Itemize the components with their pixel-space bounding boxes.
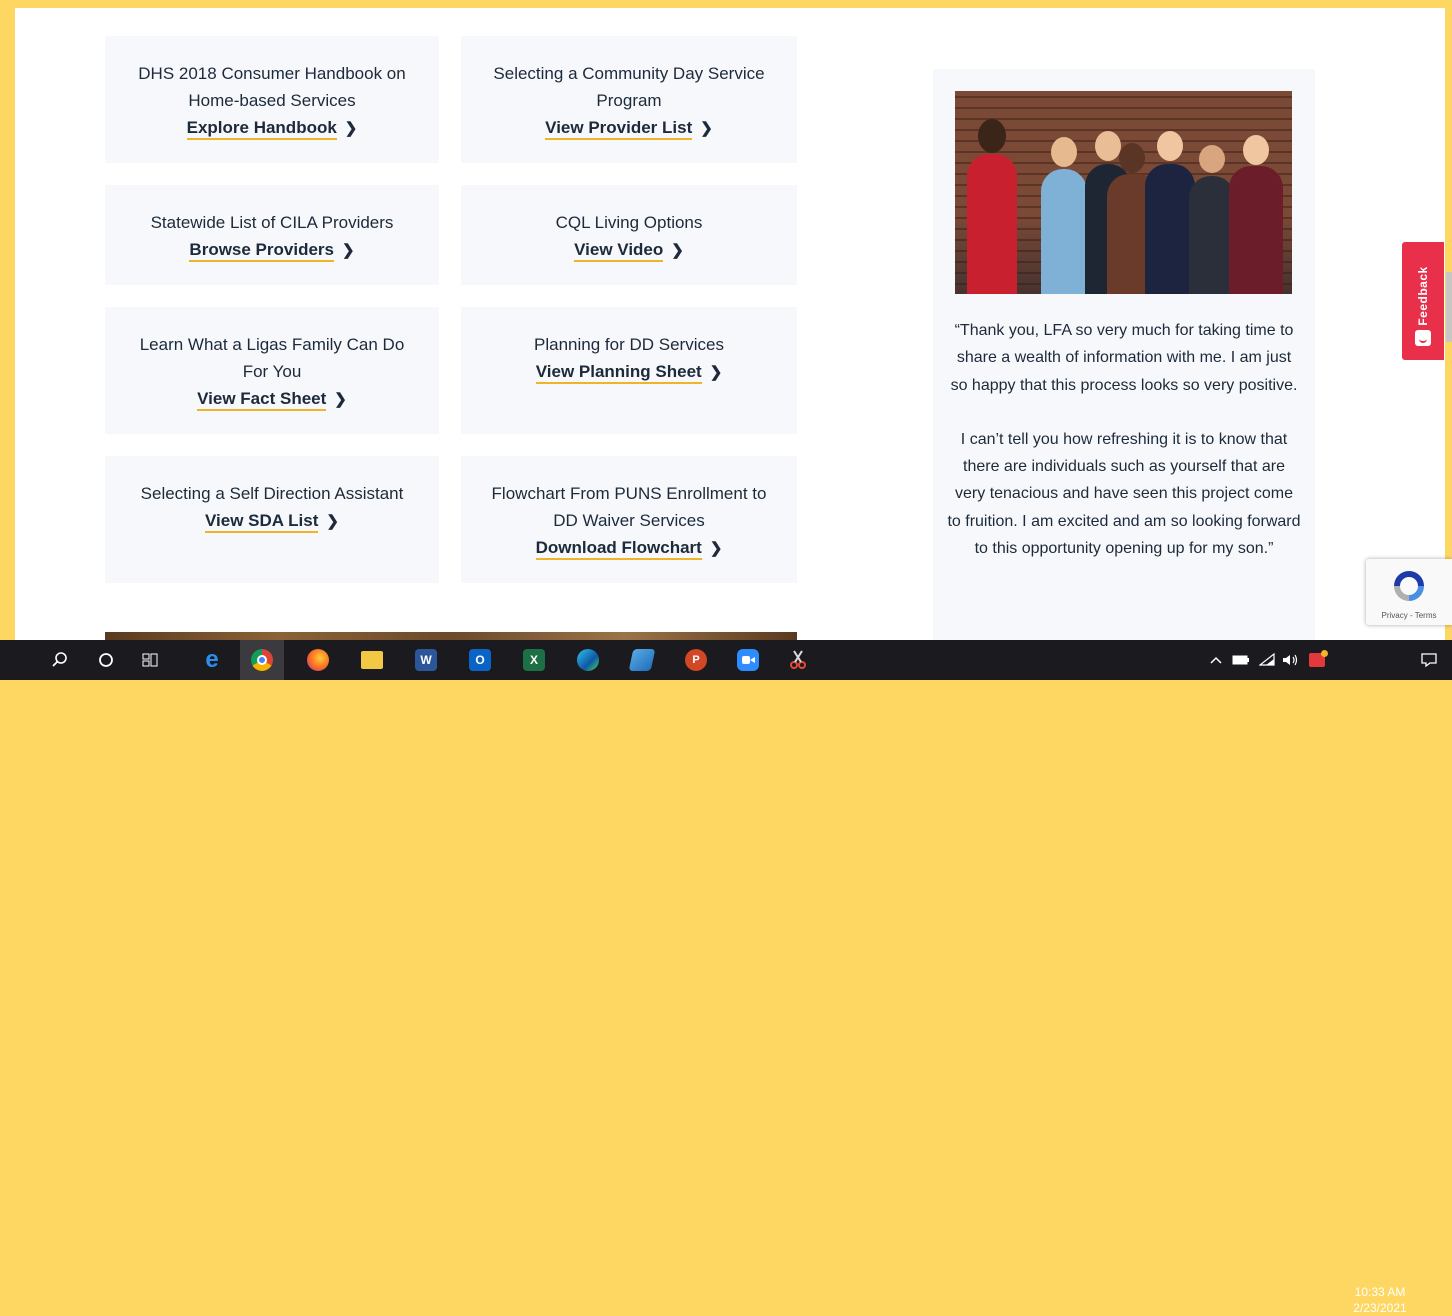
card-title: Selecting a Community Day Service Progra… (493, 64, 765, 110)
task-view-icon[interactable] (134, 640, 166, 680)
word-icon[interactable]: W (404, 640, 448, 680)
firefox-icon[interactable] (296, 640, 340, 680)
recaptcha-privacy-terms[interactable]: Privacy - Terms (1366, 611, 1452, 620)
chevron-right-icon: ❯ (326, 513, 339, 530)
smiley-icon (1415, 330, 1431, 346)
card-cql: CQL Living Options View Video ❯ (461, 185, 797, 285)
wifi-icon[interactable] (1256, 640, 1278, 680)
zoom-icon[interactable] (726, 640, 770, 680)
snipping-tool-icon[interactable] (776, 640, 820, 680)
card-ligas: Learn What a Ligas Family Can Do For You… (105, 307, 439, 434)
view-fact-sheet-link[interactable]: View Fact Sheet ❯ (197, 387, 347, 412)
view-provider-list-link[interactable]: View Provider List ❯ (545, 116, 713, 141)
card-title: Planning for DD Services (534, 335, 724, 354)
card-community-day: Selecting a Community Day Service Progra… (461, 36, 797, 163)
section-photo-edge (105, 632, 797, 640)
file-explorer-icon[interactable] (350, 640, 394, 680)
card-handbook: DHS 2018 Consumer Handbook on Home-based… (105, 36, 439, 163)
explore-handbook-link[interactable]: Explore Handbook ❯ (186, 116, 358, 141)
chrome-icon[interactable] (240, 640, 284, 680)
battery-icon[interactable] (1230, 640, 1252, 680)
clock-time: 10:33 AM (1354, 1285, 1406, 1299)
card-title: DHS 2018 Consumer Handbook on Home-based… (138, 64, 406, 110)
card-title: Learn What a Ligas Family Can Do For You (139, 335, 405, 381)
chevron-right-icon: ❯ (334, 391, 347, 408)
chevron-right-icon: ❯ (671, 242, 684, 259)
view-planning-sheet-link[interactable]: View Planning Sheet ❯ (535, 360, 723, 385)
windows-taskbar: e W O X P 10:33 AM 2/23/2021 (0, 640, 1452, 1315)
clock-date: 2/23/2021 (1353, 1301, 1407, 1315)
show-hidden-icons-icon[interactable] (1206, 640, 1226, 680)
quote-paragraph: I can’t tell you how refreshing it is to… (947, 430, 1301, 558)
card-title: Statewide List of CILA Providers (150, 213, 394, 232)
search-icon[interactable] (44, 640, 76, 680)
feedback-tab[interactable]: Feedback (1402, 242, 1444, 360)
cortana-icon[interactable] (90, 640, 122, 680)
recaptcha-icon (1394, 571, 1424, 601)
excel-icon[interactable]: X (512, 640, 556, 680)
web-page: DHS 2018 Consumer Handbook on Home-based… (15, 8, 1445, 640)
download-flowchart-link[interactable]: Download Flowchart ❯ (535, 536, 723, 561)
testimonial-panel: “Thank you, LFA so very much for taking … (933, 69, 1315, 640)
internet-explorer-icon[interactable]: e (190, 640, 234, 680)
volume-icon[interactable] (1280, 640, 1302, 680)
card-flowchart: Flowchart From PUNS Enrollment to DD Wai… (461, 456, 797, 583)
chevron-right-icon: ❯ (341, 242, 355, 259)
view-video-link[interactable]: View Video ❯ (574, 238, 684, 263)
card-title: Selecting a Self Direction Assistant (140, 484, 404, 503)
card-sda: Selecting a Self Direction Assistant Vie… (105, 456, 439, 583)
chevron-right-icon: ❯ (709, 540, 723, 557)
card-planning: Planning for DD Services View Planning S… (461, 307, 797, 434)
chevron-right-icon: ❯ (700, 120, 713, 137)
testimonial-quote: “Thank you, LFA so very much for taking … (947, 317, 1301, 562)
notification-app-icon[interactable] (1306, 640, 1328, 680)
recaptcha-badge[interactable]: Privacy - Terms (1366, 559, 1452, 625)
browse-providers-link[interactable]: Browse Providers ❯ (189, 238, 355, 263)
scrollbar-thumb[interactable] (1446, 272, 1452, 342)
card-cila: Statewide List of CILA Providers Browse … (105, 185, 439, 285)
group-photo (955, 91, 1292, 294)
chevron-right-icon: ❯ (709, 364, 723, 381)
card-title: Flowchart From PUNS Enrollment to DD Wai… (491, 484, 767, 530)
quote-paragraph: “Thank you, LFA so very much for taking … (950, 322, 1298, 394)
taskbar-clock[interactable]: 10:33 AM 2/23/2021 (1352, 1284, 1408, 1316)
edge-icon[interactable] (566, 640, 610, 680)
feedback-label: Feedback (1416, 266, 1430, 326)
powerpoint-icon[interactable]: P (674, 640, 718, 680)
view-sda-list-link[interactable]: View SDA List ❯ (205, 509, 339, 534)
outlook-icon[interactable]: O (458, 640, 502, 680)
chevron-right-icon: ❯ (344, 120, 358, 137)
app-icon[interactable] (620, 640, 664, 680)
action-center-icon[interactable] (1414, 640, 1444, 680)
card-title: CQL Living Options (555, 213, 703, 232)
